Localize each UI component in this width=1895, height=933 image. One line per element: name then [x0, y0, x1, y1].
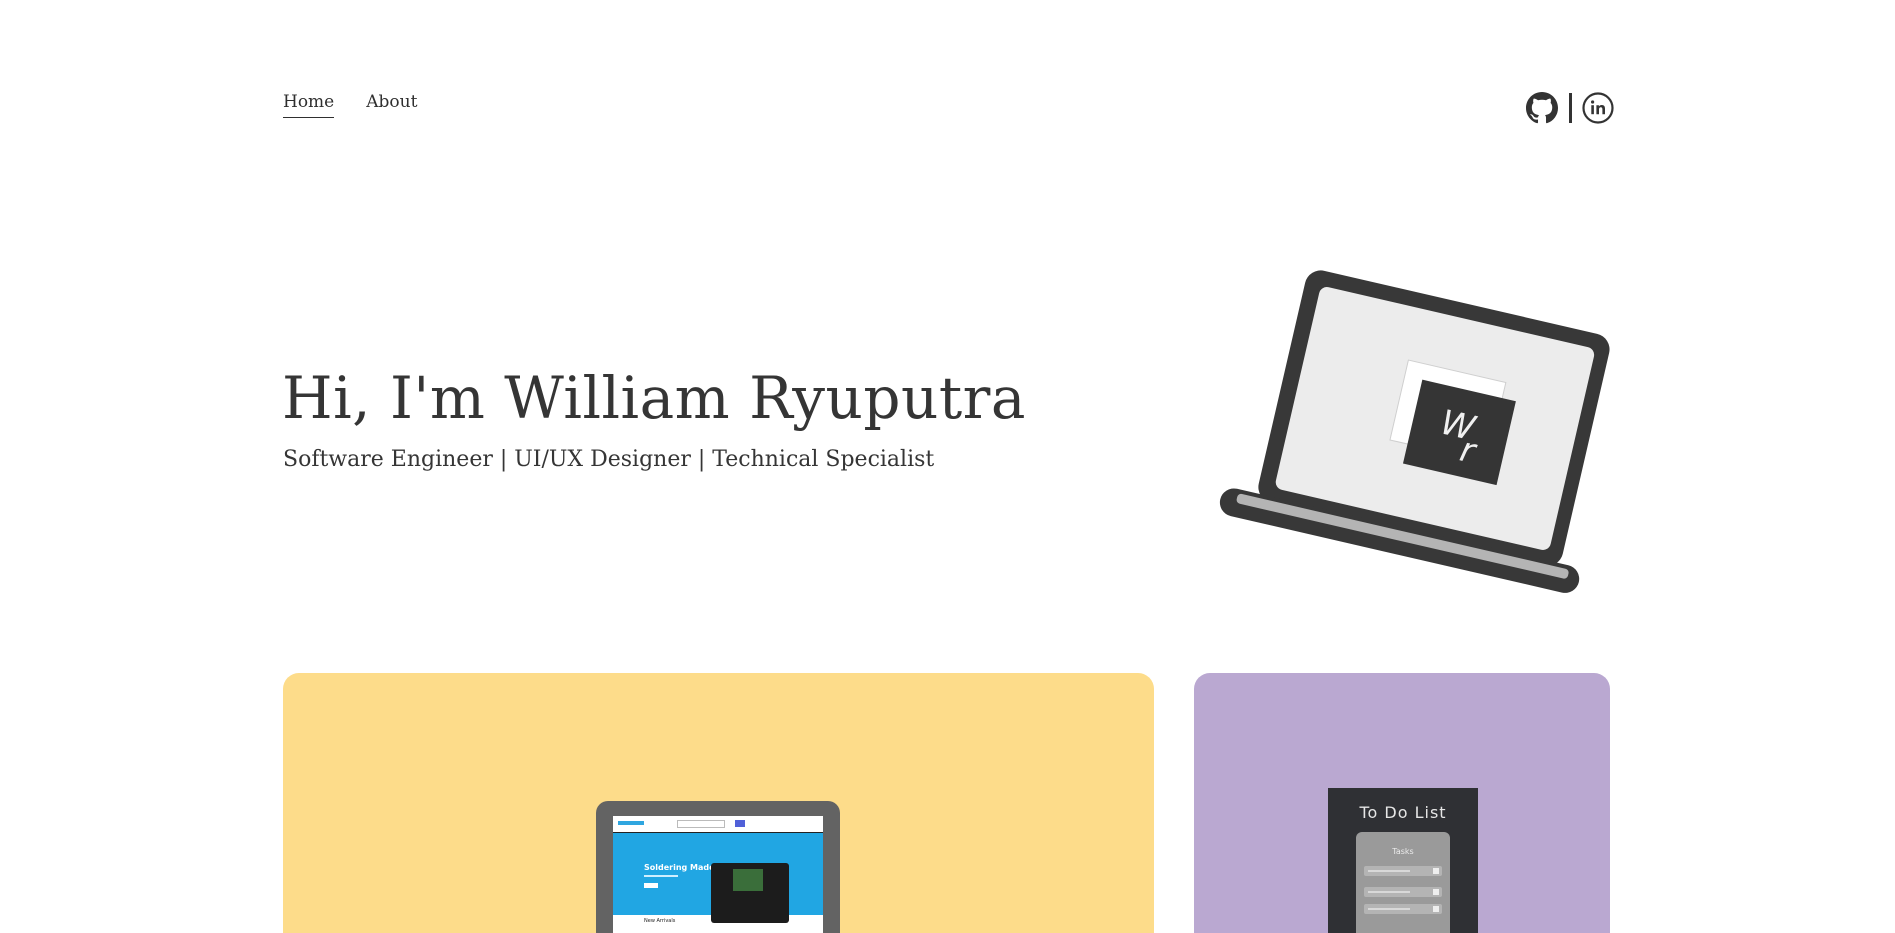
hero-subtitle: Software Engineer | UI/UX Designer | Tec… — [283, 447, 935, 472]
preview-cta — [644, 883, 658, 888]
nav-home-link[interactable]: Home — [283, 92, 335, 118]
project-card-todo[interactable]: To Do List Tasks — [1194, 673, 1610, 933]
preview-logo — [618, 821, 644, 825]
todo-preview-box-title: Tasks — [1392, 847, 1414, 856]
github-icon[interactable] — [1526, 92, 1558, 124]
main-nav: Home About — [283, 92, 417, 118]
todo-preview-title: To Do List — [1359, 803, 1447, 822]
preview-hero-banner: Soldering Made Fun — [613, 833, 823, 923]
project-preview-screen: Soldering Made Fun New Arrivals — [613, 816, 823, 933]
preview-subline — [644, 875, 678, 877]
project-preview-laptop: Soldering Made Fun New Arrivals — [596, 801, 840, 933]
preview-search-button — [735, 820, 745, 827]
hero-title: Hi, I'm William Ryuputra — [282, 364, 1026, 432]
todo-preview-row — [1364, 904, 1442, 914]
todo-preview-panel: To Do List Tasks — [1328, 788, 1478, 933]
social-divider — [1569, 93, 1572, 123]
todo-preview-row — [1364, 866, 1442, 876]
todo-preview-box: Tasks — [1356, 832, 1450, 933]
preview-search — [677, 820, 725, 828]
todo-preview-row — [1364, 887, 1442, 897]
laptop-illustration: W r — [1190, 262, 1610, 606]
preview-product-image — [711, 863, 789, 923]
project-card-soldering[interactable]: Soldering Made Fun New Arrivals — [283, 673, 1154, 933]
preview-section-title: New Arrivals — [644, 918, 676, 924]
linkedin-icon[interactable] — [1582, 92, 1614, 124]
preview-header — [613, 816, 823, 833]
social-links — [1526, 92, 1614, 124]
nav-about-link[interactable]: About — [366, 92, 417, 118]
